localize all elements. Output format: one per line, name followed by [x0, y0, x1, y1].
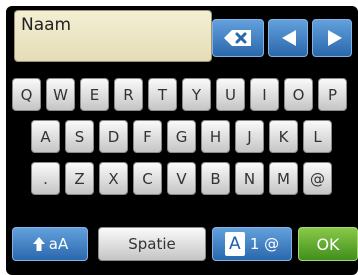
arrow-right-icon [328, 30, 342, 46]
key-l[interactable]: L [303, 120, 332, 153]
space-button[interactable]: Spatie [98, 227, 206, 261]
shift-arrow-icon [32, 237, 45, 251]
arrow-left-icon [282, 30, 296, 46]
key-a[interactable]: A [31, 120, 60, 153]
key-period[interactable]: . [31, 162, 60, 195]
space-label: Spatie [128, 235, 176, 253]
key-w[interactable]: W [46, 78, 75, 111]
key-r[interactable]: R [114, 78, 143, 111]
key-x[interactable]: X [99, 162, 128, 195]
key-f[interactable]: F [133, 120, 162, 153]
ok-button[interactable]: OK [298, 227, 358, 261]
key-j[interactable]: J [235, 120, 264, 153]
character-mode-button[interactable]: A 1 @ [212, 227, 292, 261]
keyboard-screen: Naam Q W E R T Y U I O P A S D F G H J K… [6, 6, 358, 275]
key-d[interactable]: D [99, 120, 128, 153]
text-input-field[interactable]: Naam [14, 10, 212, 62]
key-o[interactable]: O [284, 78, 313, 111]
key-c[interactable]: C [133, 162, 162, 195]
key-m[interactable]: M [269, 162, 298, 195]
key-s[interactable]: S [65, 120, 94, 153]
key-t[interactable]: T [148, 78, 177, 111]
key-g[interactable]: G [167, 120, 196, 153]
backspace-icon [224, 30, 251, 46]
shift-label: aA [48, 235, 69, 253]
key-n[interactable]: N [235, 162, 264, 195]
key-q[interactable]: Q [12, 78, 41, 111]
input-value: Naam [21, 15, 72, 35]
cursor-left-button[interactable] [268, 19, 308, 57]
mode-other-options: 1 @ [249, 235, 280, 253]
key-z[interactable]: Z [65, 162, 94, 195]
key-y[interactable]: Y [182, 78, 211, 111]
key-b[interactable]: B [201, 162, 230, 195]
key-v[interactable]: V [167, 162, 196, 195]
key-i[interactable]: I [250, 78, 279, 111]
cursor-right-button[interactable] [312, 19, 352, 57]
key-e[interactable]: E [80, 78, 109, 111]
mode-selected-letter: A [224, 232, 245, 256]
shift-case-button[interactable]: aA [12, 227, 88, 261]
key-h[interactable]: H [201, 120, 230, 153]
ok-label: OK [316, 234, 340, 254]
key-k[interactable]: K [269, 120, 298, 153]
backspace-button[interactable] [212, 19, 264, 57]
key-at[interactable]: @ [303, 162, 332, 195]
key-p[interactable]: P [318, 78, 347, 111]
key-u[interactable]: U [216, 78, 245, 111]
